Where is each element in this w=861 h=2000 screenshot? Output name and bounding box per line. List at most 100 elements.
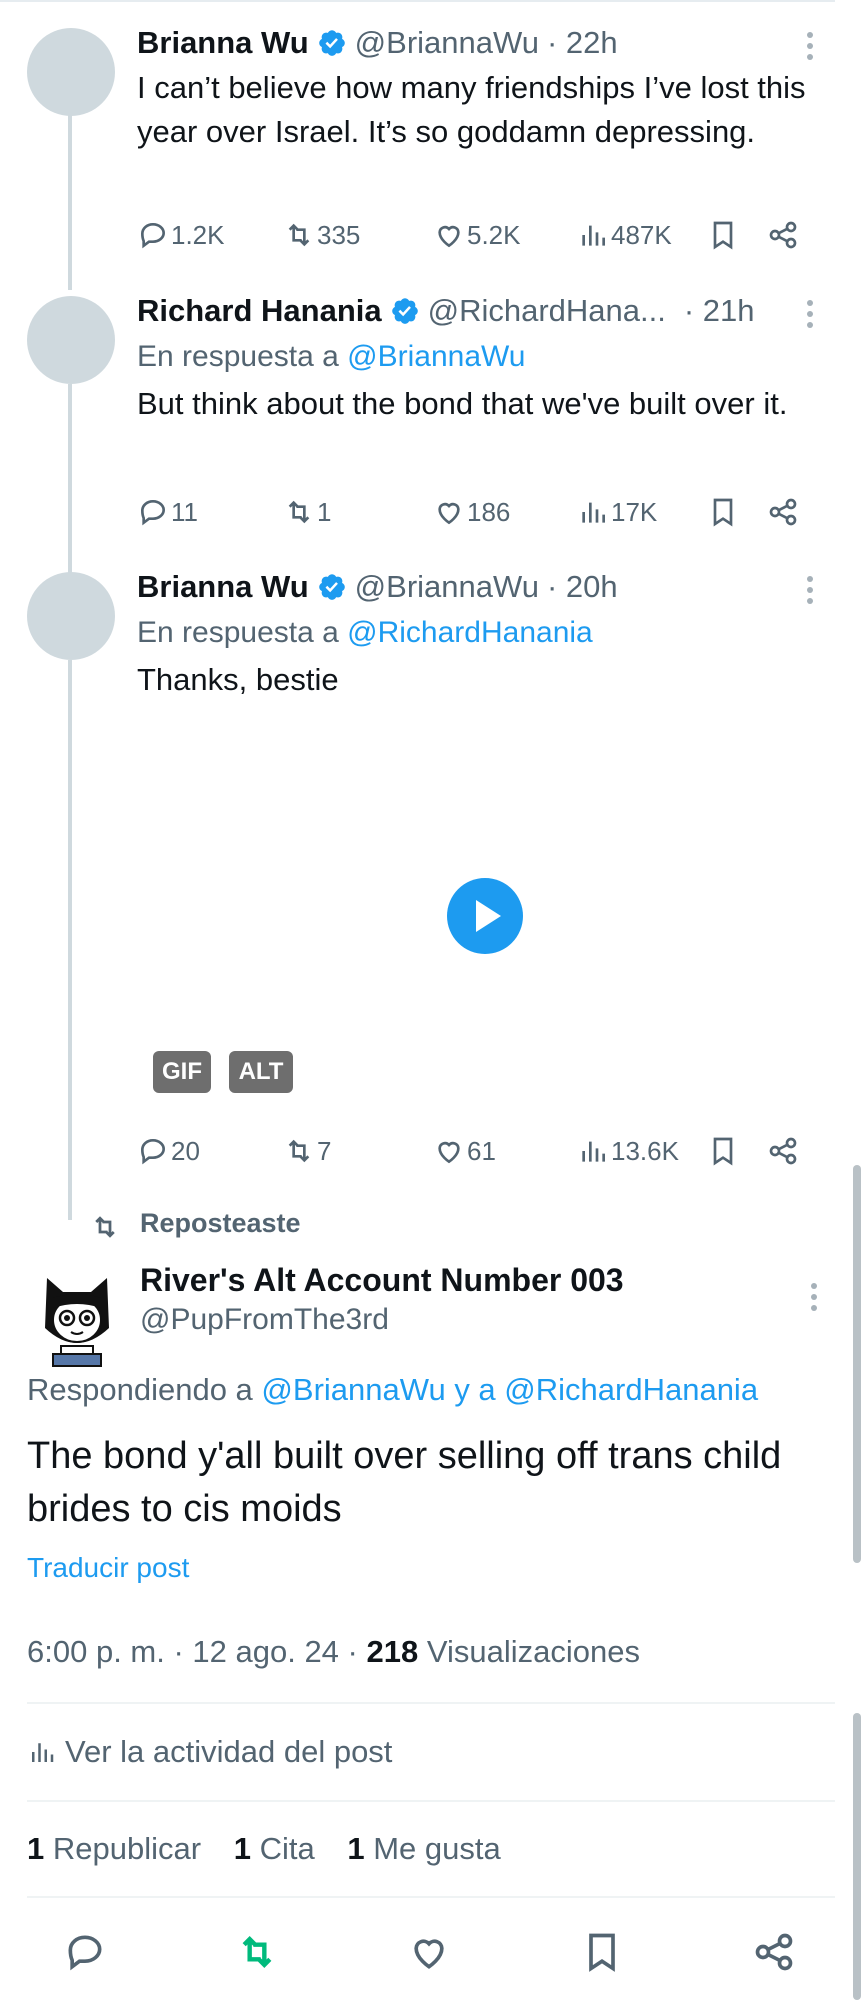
top-divider xyxy=(0,0,835,2)
repost-button[interactable]: 1 xyxy=(283,492,331,532)
views-count: 218 xyxy=(366,1634,419,1669)
reply-to-line: En respuesta a @RichardHanania xyxy=(137,610,815,656)
repost-count: 335 xyxy=(317,219,361,250)
reply-to-line: En respuesta a @BriannaWu xyxy=(137,334,815,380)
reply-to-label: En respuesta a xyxy=(137,616,339,649)
gif-badge[interactable]: GIF xyxy=(153,1051,211,1093)
like-button[interactable]: 5.2K xyxy=(433,215,521,255)
scrollbar[interactable] xyxy=(853,1165,861,1563)
reply-to-link[interactable]: @RichardHanania xyxy=(347,616,593,649)
reply-icon xyxy=(68,1935,102,1971)
repost-button[interactable] xyxy=(235,1930,279,1974)
reposts-label: Republicar xyxy=(52,1831,202,1866)
thread-line xyxy=(68,112,72,290)
author-name[interactable]: Brianna Wu xyxy=(137,569,309,605)
repost-icon xyxy=(95,1216,115,1238)
views-count: 17K xyxy=(611,496,658,527)
gif-media[interactable] xyxy=(447,878,523,954)
avatar[interactable] xyxy=(27,1268,127,1368)
author-name[interactable]: River's Alt Account Number 003 xyxy=(140,1262,624,1299)
reply-button[interactable]: 20 xyxy=(137,1131,200,1171)
reply-button[interactable] xyxy=(63,1930,107,1974)
views-button[interactable]: 13.6K xyxy=(577,1131,679,1171)
repost-icon xyxy=(288,223,310,247)
repost-count: 7 xyxy=(317,1135,332,1166)
thread-line xyxy=(68,384,72,574)
alt-badge[interactable]: ALT xyxy=(229,1051,293,1093)
share-button[interactable] xyxy=(767,215,801,255)
author-handle[interactable]: @PupFromThe3rd xyxy=(140,1303,389,1337)
divider xyxy=(27,1800,835,1802)
like-icon xyxy=(438,1141,460,1164)
tweet-header: Brianna Wu @BriannaWu · 22h xyxy=(137,20,815,66)
timestamp[interactable]: · 20h xyxy=(547,569,618,605)
tweet-header: Richard Hanania @RichardHana... · 21h xyxy=(137,288,815,334)
like-button[interactable] xyxy=(407,1930,451,1974)
more-icon[interactable] xyxy=(811,1283,819,1313)
views-count: 487K xyxy=(611,219,672,250)
repost-button[interactable]: 335 xyxy=(283,215,360,255)
more-icon[interactable] xyxy=(807,576,815,606)
tweet-text: The bond y'all built over selling off tr… xyxy=(27,1435,782,1530)
replying-to-line: Respondiendo a @BriannaWu y a @RichardHa… xyxy=(27,1372,758,1408)
author-name[interactable]: Richard Hanania xyxy=(137,293,382,329)
reposts-stat[interactable]: 1 Republicar xyxy=(27,1831,201,1866)
like-button[interactable]: 186 xyxy=(433,492,510,532)
reply-count: 20 xyxy=(171,1135,200,1166)
likes-stat[interactable]: 1 Me gusta xyxy=(347,1831,500,1866)
bookmark-button[interactable] xyxy=(707,215,741,255)
bookmark-button[interactable] xyxy=(707,492,741,532)
translate-link[interactable]: Traducir post xyxy=(27,1552,189,1584)
reply-icon xyxy=(140,499,166,526)
like-icon xyxy=(438,225,460,248)
reply-user-link[interactable]: @BriannaWu xyxy=(261,1372,445,1407)
share-button[interactable] xyxy=(767,1131,801,1171)
reply-user-link[interactable]: @RichardHanania xyxy=(504,1372,758,1407)
divider xyxy=(27,1702,835,1704)
bottom-action-bar xyxy=(0,1922,835,1980)
reply-icon xyxy=(140,1138,166,1165)
quotes-stat[interactable]: 1 Cita xyxy=(234,1831,315,1866)
author-name[interactable]: Brianna Wu xyxy=(137,25,309,61)
share-icon xyxy=(769,221,797,249)
avatar[interactable] xyxy=(27,296,115,384)
bookmark-icon xyxy=(589,1933,615,1972)
repost-icon xyxy=(288,500,310,524)
action-bar: 1.2K 335 5.2K 487K xyxy=(137,215,817,255)
reply-to-link[interactable]: @BriannaWu xyxy=(347,340,525,373)
share-button[interactable] xyxy=(767,492,801,532)
verified-icon xyxy=(318,30,345,56)
bookmark-button[interactable] xyxy=(707,1131,741,1171)
scrollbar[interactable] xyxy=(853,1713,861,2000)
author-handle[interactable]: @BriannaWu xyxy=(355,569,539,605)
like-count: 61 xyxy=(467,1135,496,1166)
share-button[interactable] xyxy=(752,1930,796,1974)
more-icon[interactable] xyxy=(807,300,815,330)
share-icon xyxy=(769,498,797,526)
like-button[interactable]: 61 xyxy=(433,1131,496,1171)
views-count: 13.6K xyxy=(611,1135,679,1166)
verified-icon xyxy=(318,574,345,600)
author-handle[interactable]: @RichardHana... xyxy=(428,293,666,329)
bookmark-icon xyxy=(713,221,733,250)
more-icon[interactable] xyxy=(807,32,815,62)
engagement-stats: 1 Republicar 1 Cita 1 Me gusta xyxy=(27,1831,501,1867)
repost-button[interactable]: 7 xyxy=(283,1131,331,1171)
reply-count: 11 xyxy=(171,496,198,527)
avatar[interactable] xyxy=(27,572,115,660)
timestamp[interactable]: · 21h xyxy=(684,293,755,329)
views-icon xyxy=(582,225,605,246)
timestamp[interactable]: · 22h xyxy=(547,25,618,61)
reply-button[interactable]: 11 xyxy=(137,492,198,532)
views-button[interactable]: 17K xyxy=(577,492,657,532)
bookmark-button[interactable] xyxy=(580,1930,624,1974)
like-count: 186 xyxy=(467,496,511,527)
post-activity-link[interactable]: Ver la actividad del post xyxy=(27,1734,392,1770)
action-bar: 20 7 61 13.6K xyxy=(137,1131,817,1171)
avatar[interactable] xyxy=(27,28,115,116)
activity-label: Ver la actividad del post xyxy=(65,1734,393,1769)
views-button[interactable]: 487K xyxy=(577,215,672,255)
author-handle[interactable]: @BriannaWu xyxy=(355,25,539,61)
post-time[interactable]: 6:00 p. m. · 12 ago. 24 · xyxy=(27,1634,358,1669)
reply-button[interactable]: 1.2K xyxy=(137,215,225,255)
